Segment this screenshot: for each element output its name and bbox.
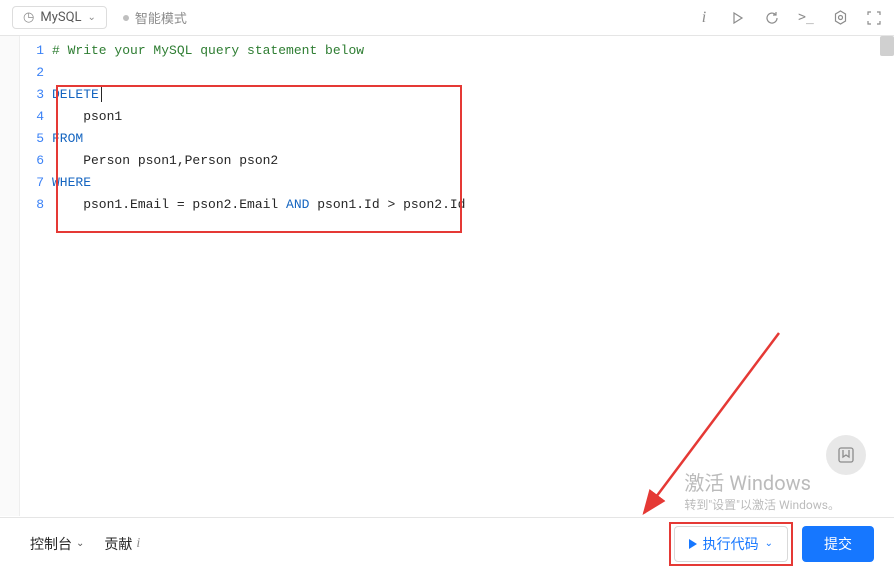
- bottom-left-tabs: 控制台 ⌄ 贡献 i: [30, 534, 140, 554]
- line-numbers: 12345678: [20, 40, 52, 516]
- contribution-tab[interactable]: 贡献 i: [104, 534, 140, 554]
- play-icon[interactable]: [730, 10, 746, 26]
- chevron-down-icon: ⌄: [76, 538, 84, 549]
- editor-area: 12345678 # Write your MySQL query statem…: [0, 36, 894, 516]
- fullscreen-icon[interactable]: [866, 10, 882, 26]
- run-code-button[interactable]: 执行代码 ⌄: [674, 526, 788, 562]
- play-icon: [689, 539, 697, 549]
- bookmark-fab[interactable]: [826, 435, 866, 475]
- settings-icon[interactable]: [832, 10, 848, 26]
- info-icon: i: [136, 536, 140, 552]
- language-selector[interactable]: ◷ MySQL ⌄: [12, 6, 107, 29]
- scrollbar-thumb[interactable]: [880, 36, 894, 56]
- top-toolbar: ◷ MySQL ⌄ 智能模式 i >_: [0, 0, 894, 36]
- contribution-label: 贡献: [104, 534, 132, 554]
- smart-mode-label: 智能模式: [135, 8, 187, 27]
- left-gutter: [0, 36, 20, 516]
- smart-mode[interactable]: 智能模式: [123, 8, 187, 27]
- console-tab[interactable]: 控制台 ⌄: [30, 534, 84, 554]
- toolbar-left: ◷ MySQL ⌄ 智能模式: [12, 6, 187, 29]
- submit-button[interactable]: 提交: [802, 526, 874, 562]
- toolbar-right: i >_: [696, 10, 882, 26]
- clock-icon: ◷: [23, 10, 34, 25]
- bookmark-icon: [837, 446, 855, 464]
- terminal-icon[interactable]: >_: [798, 10, 814, 26]
- bottom-bar: 控制台 ⌄ 贡献 i 执行代码 ⌄ 提交: [0, 517, 894, 569]
- chevron-down-icon: ⌄: [765, 538, 773, 549]
- code-content[interactable]: # Write your MySQL query statement below…: [52, 40, 894, 516]
- refresh-icon[interactable]: [764, 10, 780, 26]
- language-label: MySQL: [40, 10, 81, 25]
- status-dot-icon: [123, 15, 129, 21]
- code-editor[interactable]: 12345678 # Write your MySQL query statem…: [20, 36, 894, 516]
- run-label: 执行代码: [703, 534, 759, 554]
- console-label: 控制台: [30, 534, 72, 554]
- chevron-down-icon: ⌄: [88, 12, 96, 23]
- info-icon[interactable]: i: [696, 10, 712, 26]
- bottom-right-actions: 执行代码 ⌄ 提交: [674, 526, 874, 562]
